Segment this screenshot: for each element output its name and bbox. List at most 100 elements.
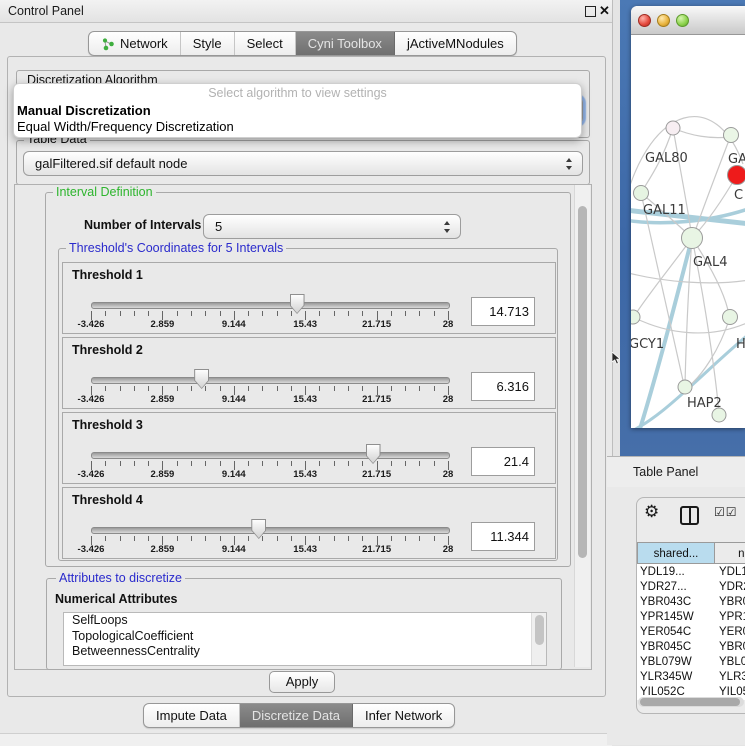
cell-name[interactable]: YBL079W xyxy=(719,655,745,670)
minor-tick xyxy=(319,461,320,466)
minor-tick xyxy=(434,461,435,466)
threshold-value-field[interactable]: 11.344 xyxy=(471,522,535,551)
attribute-list-item[interactable]: SelfLoops xyxy=(64,613,546,629)
slider-track[interactable] xyxy=(91,302,450,309)
stepper-arrows-icon xyxy=(444,221,451,233)
network-edge[interactable] xyxy=(673,128,729,138)
network-edge[interactable] xyxy=(694,175,737,236)
network-edge[interactable] xyxy=(689,317,730,386)
table-row[interactable]: YBL079W YBL079W xyxy=(637,655,745,670)
slider-thumb[interactable] xyxy=(366,444,381,464)
cell-name[interactable]: YDR27 xyxy=(719,580,745,595)
network-node-hap2[interactable] xyxy=(678,380,692,394)
minor-tick xyxy=(191,386,192,391)
cell-name[interactable]: YBR043C xyxy=(719,595,745,610)
vertical-scrollbar-thumb[interactable] xyxy=(578,206,587,558)
network-node-gal80[interactable] xyxy=(666,121,680,135)
slider-track[interactable] xyxy=(91,377,450,384)
cell-name[interactable]: YDL19 xyxy=(719,565,745,580)
threshold-label: Threshold 2 xyxy=(72,343,143,357)
table-row[interactable]: YDL19... YDL19 xyxy=(637,565,745,580)
slider-thumb[interactable] xyxy=(251,519,266,539)
slider-thumb[interactable] xyxy=(194,369,209,389)
vertical-scrollbar[interactable] xyxy=(574,185,590,667)
tick-label: -3.426 xyxy=(78,394,105,405)
column-header-name[interactable]: name xyxy=(715,542,745,564)
network-edge-thick[interactable] xyxy=(639,238,692,428)
network-canvas[interactable]: GAL80GACGAL11GAL4GCY1HHAP2 xyxy=(631,34,745,428)
network-edge[interactable] xyxy=(692,238,729,315)
popup-option-manual-discretization[interactable]: Manual Discretization xyxy=(17,103,151,118)
network-window-titlebar[interactable] xyxy=(631,6,745,35)
cell-shared-name[interactable]: YBL079W xyxy=(640,655,712,670)
table-row[interactable]: YBR043C YBR043C xyxy=(637,595,745,610)
threshold-panel-4: Threshold 4-3.4262.8599.14415.4321.71528… xyxy=(62,487,556,559)
cell-name[interactable]: YLR345W xyxy=(719,670,745,685)
attribute-list-item[interactable]: BetweennessCentrality xyxy=(64,644,546,660)
tick-label: 28 xyxy=(443,469,454,480)
table-row[interactable]: YBR045C YBR045C xyxy=(637,640,745,655)
numerical-attributes-list[interactable]: SelfLoopsTopologicalCoefficientBetweenne… xyxy=(63,612,547,666)
network-node-gal4[interactable] xyxy=(682,228,703,249)
attribute-list-item[interactable]: TopologicalCoefficient xyxy=(64,629,546,645)
network-view-window[interactable]: GAL80GACGAL11GAL4GCY1HHAP2 xyxy=(631,6,745,428)
tab-style[interactable]: Style xyxy=(181,32,235,55)
network-node[interactable] xyxy=(712,408,726,422)
cell-shared-name[interactable]: YPR145W xyxy=(640,610,712,625)
network-node-gcy1[interactable] xyxy=(631,310,640,324)
network-node-c[interactable] xyxy=(728,166,745,185)
cell-name[interactable]: YER054C xyxy=(719,625,745,640)
cell-shared-name[interactable]: YBR045C xyxy=(640,640,712,655)
attributes-scrollbar[interactable] xyxy=(531,613,546,665)
cell-shared-name[interactable]: YLR345W xyxy=(640,670,712,685)
popup-option-equal-width-frequency[interactable]: Equal Width/Frequency Discretization xyxy=(17,119,234,134)
table-row[interactable]: YER054C YER054C xyxy=(637,625,745,640)
column-layout-icon[interactable] xyxy=(680,506,699,525)
column-header-shared-name[interactable]: shared... xyxy=(637,542,715,564)
number-of-intervals-combobox[interactable]: 5 xyxy=(203,214,461,239)
cell-name[interactable]: YBR045C xyxy=(719,640,745,655)
cell-shared-name[interactable]: YER054C xyxy=(640,625,712,640)
tick-label: 28 xyxy=(443,319,454,330)
cell-name[interactable]: YPR145W xyxy=(719,610,745,625)
threshold-value-field[interactable]: 6.316 xyxy=(471,372,535,401)
tab-cyni-toolbox[interactable]: Cyni Toolbox xyxy=(296,32,395,55)
zoom-traffic-light-icon[interactable] xyxy=(676,14,689,27)
network-node-ga[interactable] xyxy=(724,128,739,143)
attributes-scrollbar-thumb[interactable] xyxy=(535,615,544,645)
minor-tick xyxy=(262,461,263,466)
slider-track[interactable] xyxy=(91,452,450,459)
cell-shared-name[interactable]: YBR043C xyxy=(640,595,712,610)
cell-shared-name[interactable]: YDL19... xyxy=(640,565,712,580)
apply-button[interactable]: Apply xyxy=(269,671,335,693)
threshold-panel-2: Threshold 2-3.4262.8599.14415.4321.71528… xyxy=(62,337,556,409)
table-data-combobox[interactable]: galFiltered.sif default node xyxy=(23,151,583,176)
checkbox-filter-icons[interactable]: ☑☑ xyxy=(714,505,738,519)
minor-tick xyxy=(205,311,206,316)
gear-icon[interactable]: ⚙ xyxy=(644,503,659,521)
tab-infer-network[interactable]: Infer Network xyxy=(353,704,454,727)
network-node-gal11[interactable] xyxy=(634,186,649,201)
slider-track[interactable] xyxy=(91,527,450,534)
threshold-panel-1: Threshold 1-3.4262.8599.14415.4321.71528… xyxy=(62,262,556,334)
close-traffic-light-icon[interactable] xyxy=(638,14,651,27)
table-row[interactable]: YDR27... YDR27 xyxy=(637,580,745,595)
threshold-value-field[interactable]: 21.4 xyxy=(471,447,535,476)
network-edge[interactable] xyxy=(631,272,745,283)
table-row[interactable]: YPR145W YPR145W xyxy=(637,610,745,625)
horizontal-scrollbar-thumb[interactable] xyxy=(640,698,740,706)
tab-jactivemnodules[interactable]: jActiveMNodules xyxy=(395,32,516,55)
threshold-value-field[interactable]: 14.713 xyxy=(471,297,535,326)
close-icon[interactable]: ✕ xyxy=(599,2,610,20)
cell-shared-name[interactable]: YDR27... xyxy=(640,580,712,595)
minor-tick xyxy=(220,536,221,541)
tab-select[interactable]: Select xyxy=(235,32,296,55)
table-row[interactable]: YLR345W YLR345W xyxy=(637,670,745,685)
tab-impute-data[interactable]: Impute Data xyxy=(144,704,240,727)
minor-tick xyxy=(391,536,392,541)
float-window-icon[interactable] xyxy=(585,6,596,17)
tab-network[interactable]: Network xyxy=(89,32,181,55)
network-node-h[interactable] xyxy=(723,310,738,325)
tab-discretize-data[interactable]: Discretize Data xyxy=(240,704,353,727)
minimize-traffic-light-icon[interactable] xyxy=(657,14,670,27)
